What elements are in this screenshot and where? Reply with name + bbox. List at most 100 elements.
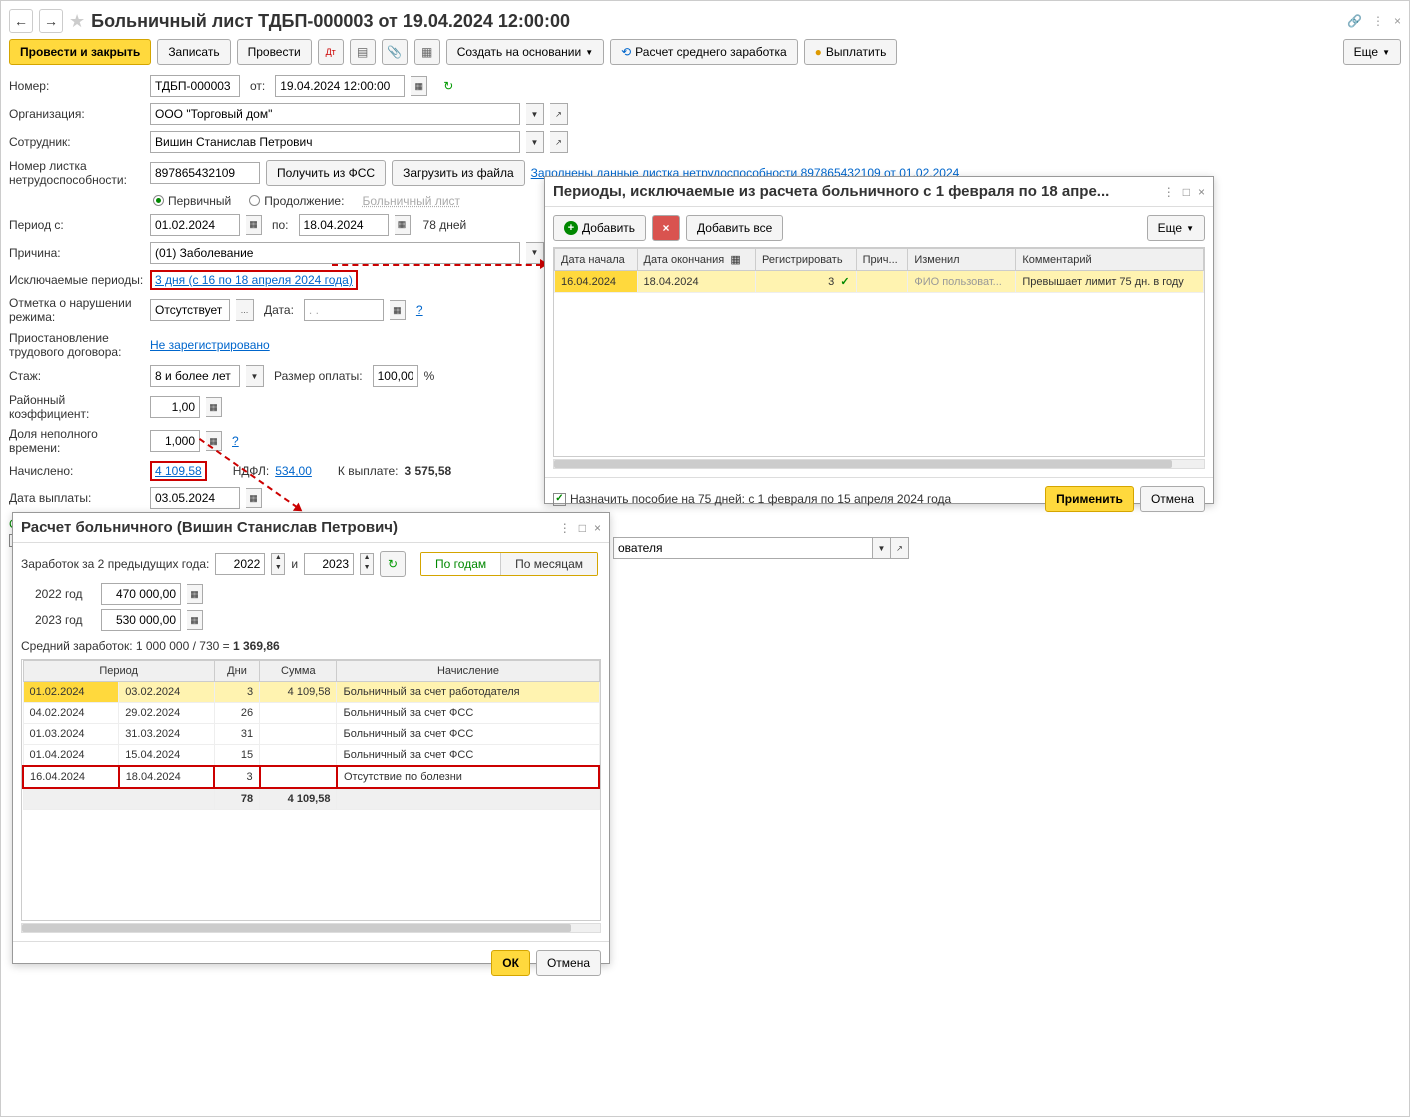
col-reason[interactable]: Прич...: [856, 249, 908, 271]
regional-input[interactable]: [150, 396, 200, 418]
get-fss-button[interactable]: Получить из ФСС: [266, 160, 386, 186]
periods-row[interactable]: 16.04.2024 18.04.2024 3 ✓ ФИО пользоват.…: [555, 271, 1204, 293]
print-icon[interactable]: ▦: [414, 39, 440, 65]
employee-input[interactable]: [150, 131, 520, 153]
apply-button[interactable]: Применить: [1045, 486, 1134, 512]
dialog-close-icon[interactable]: ×: [594, 521, 601, 535]
refresh-button[interactable]: ↻: [380, 551, 406, 577]
period-from-input[interactable]: [150, 214, 240, 236]
experience-input[interactable]: [150, 365, 240, 387]
number-input[interactable]: [150, 75, 240, 97]
ok-button[interactable]: ОК: [491, 950, 530, 976]
close-icon[interactable]: ×: [1394, 14, 1401, 28]
dialog-menu-icon[interactable]: ⋮: [559, 521, 571, 535]
periods-scrollbar[interactable]: [553, 459, 1205, 469]
calc-row[interactable]: 04.02.202429.02.202426Больничный за счет…: [23, 703, 599, 724]
year2-input[interactable]: [304, 553, 354, 575]
calendar-icon[interactable]: ▦: [390, 300, 406, 320]
delete-button[interactable]: ×: [652, 215, 680, 241]
col-comment[interactable]: Комментарий: [1016, 249, 1204, 271]
org-dropdown-button[interactable]: ▼: [526, 103, 544, 125]
calc-row[interactable]: 16.04.202418.04.20243Отсутствие по болез…: [23, 766, 599, 788]
org-input[interactable]: [150, 103, 520, 125]
calc-icon[interactable]: ▦: [187, 610, 203, 630]
experience-dropdown-button[interactable]: ▼: [246, 365, 264, 387]
post-and-close-button[interactable]: Провести и закрыть: [9, 39, 151, 65]
calendar-icon[interactable]: ▦: [246, 215, 262, 235]
pay-button[interactable]: ● Выплатить: [804, 39, 898, 65]
period-to-input[interactable]: [299, 214, 389, 236]
calc-row[interactable]: 01.04.202415.04.202415Больничный за счет…: [23, 745, 599, 767]
calc-icon[interactable]: ▦: [206, 397, 222, 417]
year2-spinner[interactable]: ▲▼: [360, 553, 374, 575]
violation-dropdown-button[interactable]: …: [236, 299, 254, 321]
create-based-button[interactable]: Создать на основании ▼: [446, 39, 604, 65]
primary-radio[interactable]: Первичный: [153, 194, 231, 208]
col-end[interactable]: Дата окончания ▦: [637, 249, 756, 271]
load-file-button[interactable]: Загрузить из файла: [392, 160, 525, 186]
post-button[interactable]: Провести: [237, 39, 312, 65]
year1-spinner[interactable]: ▲▼: [271, 553, 285, 575]
calendar-icon[interactable]: ▦: [411, 76, 427, 96]
responsible-dropdown-button[interactable]: ▼: [873, 537, 891, 559]
ndfl-link[interactable]: 534,00: [275, 464, 312, 478]
nav-forward-button[interactable]: →: [39, 9, 63, 33]
calc-cancel-button[interactable]: Отмена: [536, 950, 601, 976]
col-accrual[interactable]: Начисление: [337, 661, 599, 682]
periods-more-button[interactable]: Еще ▼: [1147, 215, 1205, 241]
col-period[interactable]: Период: [23, 661, 214, 682]
calc-row[interactable]: 01.02.202403.02.202434 109,58Больничный …: [23, 682, 599, 703]
payment-pct-input[interactable]: [373, 365, 418, 387]
add-all-button[interactable]: Добавить все: [686, 215, 783, 241]
periods-cancel-button[interactable]: Отмена: [1140, 486, 1205, 512]
dialog-maximize-icon[interactable]: □: [579, 521, 586, 535]
help-icon[interactable]: ?: [416, 303, 423, 317]
reason-input[interactable]: [150, 242, 520, 264]
cert-no-input[interactable]: [150, 162, 260, 184]
dt-kt-icon[interactable]: Дт: [318, 39, 344, 65]
dialog-maximize-icon[interactable]: □: [1183, 185, 1190, 199]
col-days[interactable]: Дни: [214, 661, 259, 682]
refresh-icon[interactable]: ↻: [443, 79, 453, 93]
save-button[interactable]: Записать: [157, 39, 230, 65]
date-input[interactable]: [275, 75, 405, 97]
responsible-input[interactable]: [613, 537, 873, 559]
calendar-icon[interactable]: ▦: [395, 215, 411, 235]
add-button[interactable]: + Добавить: [553, 215, 646, 241]
col-sum[interactable]: Сумма: [260, 661, 337, 682]
link-icon[interactable]: 🔗: [1347, 14, 1362, 28]
excluded-periods-link[interactable]: 3 дня (с 16 по 18 апреля 2024 года): [155, 273, 353, 287]
calc-scrollbar[interactable]: [21, 923, 601, 933]
violation-input[interactable]: [150, 299, 230, 321]
continuation-radio[interactable]: Продолжение:: [249, 194, 344, 208]
nav-back-button[interactable]: ←: [9, 9, 33, 33]
dialog-close-icon[interactable]: ×: [1198, 185, 1205, 199]
favorite-icon[interactable]: ★: [69, 11, 85, 32]
col-reg[interactable]: Регистрировать: [756, 249, 857, 271]
dialog-menu-icon[interactable]: ⋮: [1163, 185, 1175, 199]
calc-avg-button[interactable]: ⟲ Расчет среднего заработка: [610, 39, 798, 65]
report-icon[interactable]: ▤: [350, 39, 376, 65]
attach-icon[interactable]: 📎: [382, 39, 408, 65]
employee-dropdown-button[interactable]: ▼: [526, 131, 544, 153]
by-years-tab[interactable]: По годам: [421, 553, 501, 575]
total-sum: 4 109,58: [260, 788, 337, 810]
responsible-open-button[interactable]: ↗: [891, 537, 909, 559]
by-months-tab[interactable]: По месяцам: [501, 553, 597, 575]
calc-row[interactable]: 01.03.202431.03.202431Больничный за счет…: [23, 724, 599, 745]
menu-icon[interactable]: ⋮: [1372, 14, 1384, 28]
y2023-input[interactable]: [101, 609, 181, 631]
violation-date-input[interactable]: [304, 299, 384, 321]
calc-icon[interactable]: ▦: [187, 584, 203, 604]
org-open-button[interactable]: ↗: [550, 103, 568, 125]
suspension-link[interactable]: Не зарегистрировано: [150, 338, 270, 352]
employee-open-button[interactable]: ↗: [550, 131, 568, 153]
assign-benefit-checkbox[interactable]: ✓Назначить пособие на 75 дней: с 1 февра…: [553, 492, 951, 506]
help-icon[interactable]: ?: [232, 434, 239, 448]
parttime-label: Доля неполного времени:: [9, 427, 144, 455]
col-start[interactable]: Дата начала: [555, 249, 638, 271]
year1-input[interactable]: [215, 553, 265, 575]
col-changed[interactable]: Изменил: [908, 249, 1016, 271]
more-button[interactable]: Еще ▼: [1343, 39, 1401, 65]
y2022-input[interactable]: [101, 583, 181, 605]
